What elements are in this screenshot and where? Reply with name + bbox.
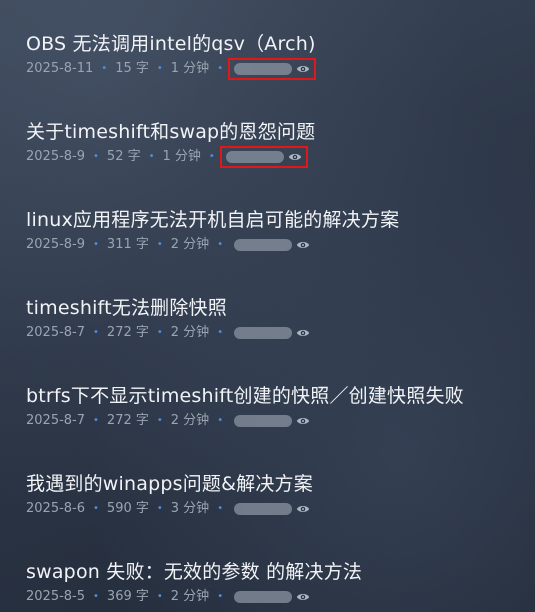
post-views xyxy=(231,589,313,605)
post-views xyxy=(231,413,313,429)
post-views xyxy=(219,146,308,168)
blurred-view-count xyxy=(234,327,293,339)
post-title[interactable]: 关于timeshift和swap的恩怨问题 xyxy=(26,120,315,144)
post-date: 2025-8-9 xyxy=(26,237,86,252)
post-item[interactable]: timeshift无法删除快照 2025-8-7 • 272 字 • 2 分钟 … xyxy=(0,276,535,346)
blurred-view-count xyxy=(234,503,293,515)
post-word-count: 369 字 xyxy=(106,589,149,604)
post-read-time: 1 分钟 xyxy=(162,149,201,164)
eye-icon xyxy=(296,506,310,512)
meta-separator: • xyxy=(156,239,163,250)
post-item[interactable]: OBS 无法调用intel的qsv（Arch) 2025-8-11 • 15 字… xyxy=(0,12,535,82)
meta-separator: • xyxy=(156,503,163,514)
post-date: 2025-8-6 xyxy=(26,501,86,516)
post-word-count: 311 字 xyxy=(106,237,149,252)
blurred-view-count xyxy=(234,63,293,75)
post-meta: 2025-8-5 • 369 字 • 2 分钟 • xyxy=(26,588,313,606)
eye-icon xyxy=(288,154,301,160)
blurred-view-count xyxy=(225,151,284,163)
post-item[interactable]: swapon 失败：无效的参数 的解决方法 2025-8-5 • 369 字 •… xyxy=(0,540,535,610)
post-read-time: 2 分钟 xyxy=(170,413,210,428)
post-meta: 2025-8-7 • 272 字 • 2 分钟 • xyxy=(26,324,313,342)
meta-separator: • xyxy=(101,63,108,74)
meta-separator: • xyxy=(93,327,99,338)
post-item[interactable]: 我遇到的winapps问题&解决方案 2025-8-6 • 590 字 • 3 … xyxy=(0,452,535,522)
post-meta: 2025-8-7 • 272 字 • 2 分钟 • xyxy=(26,412,313,430)
post-title[interactable]: timeshift无法删除快照 xyxy=(26,296,227,320)
eye-icon xyxy=(296,242,310,248)
meta-separator: • xyxy=(217,327,224,338)
meta-separator: • xyxy=(217,239,224,250)
post-item[interactable]: linux应用程序无法开机自启可能的解决方案 2025-8-9 • 311 字 … xyxy=(0,188,535,258)
meta-separator: • xyxy=(217,415,224,426)
meta-separator: • xyxy=(217,63,224,74)
blurred-view-count xyxy=(234,415,293,427)
post-views xyxy=(231,501,313,517)
eye-icon xyxy=(296,66,310,72)
meta-separator: • xyxy=(156,63,163,74)
post-views xyxy=(231,325,313,341)
meta-separator: • xyxy=(156,591,163,602)
post-title[interactable]: swapon 失败：无效的参数 的解决方法 xyxy=(26,560,362,584)
post-item[interactable]: btrfs下不显示timeshift创建的快照／创建快照失败 2025-8-7 … xyxy=(0,364,535,434)
post-word-count: 272 字 xyxy=(106,325,149,340)
post-title[interactable]: btrfs下不显示timeshift创建的快照／创建快照失败 xyxy=(26,384,464,408)
eye-icon xyxy=(296,330,310,336)
post-title[interactable]: 我遇到的winapps问题&解决方案 xyxy=(26,472,313,496)
post-meta: 2025-8-11 • 15 字 • 1 分钟 • xyxy=(26,58,317,80)
post-date: 2025-8-7 xyxy=(26,413,86,428)
meta-separator: • xyxy=(93,503,99,514)
meta-separator: • xyxy=(156,327,163,338)
post-item[interactable]: 关于timeshift和swap的恩怨问题 2025-8-9 • 52 字 • … xyxy=(0,100,535,170)
post-date: 2025-8-11 xyxy=(26,61,94,76)
post-word-count: 272 字 xyxy=(106,413,149,428)
post-meta: 2025-8-9 • 311 字 • 2 分钟 • xyxy=(26,236,313,254)
meta-separator: • xyxy=(93,151,99,162)
meta-separator: • xyxy=(93,591,99,602)
meta-separator: • xyxy=(217,591,224,602)
meta-separator: • xyxy=(93,239,99,250)
post-title[interactable]: OBS 无法调用intel的qsv（Arch) xyxy=(26,32,316,56)
post-views xyxy=(228,58,317,80)
post-word-count: 590 字 xyxy=(106,501,149,516)
post-read-time: 2 分钟 xyxy=(170,325,210,340)
eye-icon xyxy=(296,418,310,424)
post-read-time: 1 分钟 xyxy=(170,61,210,76)
post-date: 2025-8-9 xyxy=(26,149,86,164)
meta-separator: • xyxy=(156,415,163,426)
post-title[interactable]: linux应用程序无法开机自启可能的解决方案 xyxy=(26,208,399,232)
post-word-count: 52 字 xyxy=(106,149,141,164)
eye-icon xyxy=(296,594,310,600)
post-word-count: 15 字 xyxy=(115,61,149,76)
meta-separator: • xyxy=(208,151,215,162)
meta-separator: • xyxy=(217,503,224,514)
blurred-view-count xyxy=(234,239,293,251)
post-date: 2025-8-5 xyxy=(26,589,86,604)
post-read-time: 2 分钟 xyxy=(170,237,210,252)
post-meta: 2025-8-9 • 52 字 • 1 分钟 • xyxy=(26,146,308,168)
meta-separator: • xyxy=(93,415,99,426)
post-meta: 2025-8-6 • 590 字 • 3 分钟 • xyxy=(26,500,313,518)
post-date: 2025-8-7 xyxy=(26,325,86,340)
post-views xyxy=(231,237,313,253)
meta-separator: • xyxy=(148,151,155,162)
blurred-view-count xyxy=(234,591,293,603)
post-read-time: 2 分钟 xyxy=(170,589,210,604)
post-read-time: 3 分钟 xyxy=(170,501,210,516)
